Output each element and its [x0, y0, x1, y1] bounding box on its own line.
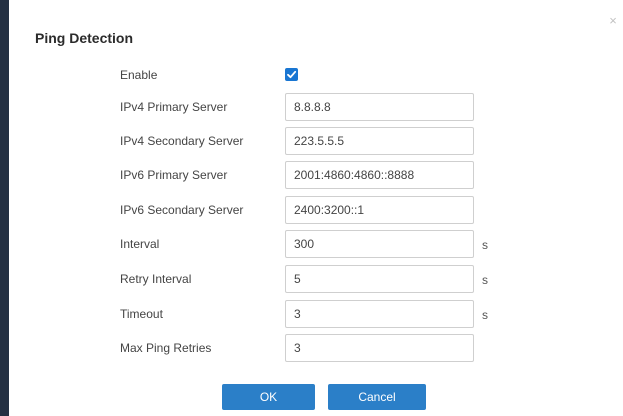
ping-detection-dialog: Ping Detection × Enable IPv4 Primary Ser… [9, 0, 623, 416]
enable-checkbox[interactable] [285, 68, 298, 81]
form-row-ipv4-primary: IPv4 Primary Server [9, 93, 623, 121]
form-row-ipv6-secondary: IPv6 Secondary Server [9, 196, 623, 224]
ipv6-primary-input[interactable] [285, 161, 474, 189]
retry-interval-unit: s [482, 273, 488, 287]
retry-interval-label: Retry Interval [120, 272, 192, 286]
cancel-button[interactable]: Cancel [328, 384, 426, 410]
ipv4-secondary-label: IPv4 Secondary Server [120, 134, 244, 148]
ipv4-primary-label: IPv4 Primary Server [120, 100, 228, 114]
form-row-max-ping-retries: Max Ping Retries [9, 334, 623, 362]
ipv4-primary-input[interactable] [285, 93, 474, 121]
interval-unit: s [482, 238, 488, 252]
dialog-title: Ping Detection [35, 30, 134, 46]
form-row-interval: Interval s [9, 230, 623, 258]
form-row-ipv6-primary: IPv6 Primary Server [9, 161, 623, 189]
form-row-ipv4-secondary: IPv4 Secondary Server [9, 127, 623, 155]
close-icon[interactable]: × [606, 14, 620, 28]
ok-button[interactable]: OK [222, 384, 315, 410]
timeout-input[interactable] [285, 300, 474, 328]
form-row-retry-interval: Retry Interval s [9, 265, 623, 293]
retry-interval-input[interactable] [285, 265, 474, 293]
timeout-unit: s [482, 308, 488, 322]
ipv6-secondary-label: IPv6 Secondary Server [120, 203, 244, 217]
interval-input[interactable] [285, 230, 474, 258]
max-ping-retries-input[interactable] [285, 334, 474, 362]
ipv6-primary-label: IPv6 Primary Server [120, 168, 228, 182]
form-row-timeout: Timeout s [9, 300, 623, 328]
ipv4-secondary-input[interactable] [285, 127, 474, 155]
ipv6-secondary-input[interactable] [285, 196, 474, 224]
interval-label: Interval [120, 237, 160, 251]
enable-label: Enable [120, 68, 158, 82]
checkmark-icon [287, 70, 297, 79]
max-ping-retries-label: Max Ping Retries [120, 341, 212, 355]
form-row-enable: Enable [9, 61, 623, 89]
timeout-label: Timeout [120, 307, 163, 321]
